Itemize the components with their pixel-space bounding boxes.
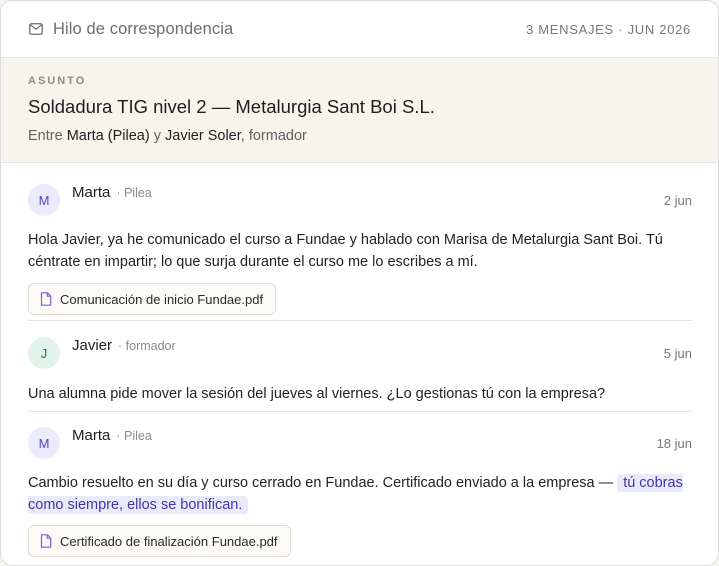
message-author: M Marta · Pilea [28,427,152,459]
author-name: Marta [72,184,111,201]
author-role: · Pilea [116,186,152,200]
party-b: Javier Soler [165,128,241,144]
attachment-chip[interactable]: Comunicación de inicio Fundae.pdf [28,283,277,315]
message-body: Una alumna pide mover la sesión del juev… [28,386,606,402]
thread-header-left: Hilo de correspondencia [29,20,233,39]
message-body-text: Cambio resuelto en su día y curso cerrad… [28,475,618,491]
avatar: M [28,184,60,216]
message-header: J Javier · formador 5 jun [28,336,692,370]
subject-parties: Entre Marta (Pilea) y Javier Soler, form… [28,128,691,144]
message: J Javier · formador 5 jun Una alumna pid… [28,321,692,412]
parties-join: y [149,128,165,144]
attachment-name: Comunicación de inicio Fundae.pdf [60,291,264,307]
message: M Marta · Pilea 2 jun Hola Javier, ya he… [28,163,692,321]
message-date: 18 jun [656,435,692,451]
thread-header: Hilo de correspondencia 3 MENSAJES · JUN… [1,1,718,58]
message-author: M Marta · Pilea [28,184,152,216]
parties-suffix: , formador [240,128,307,144]
author-role: · Pilea [116,429,152,443]
subject-panel: ASUNTO Soldadura TIG nivel 2 — Metalurgi… [1,58,718,163]
message: M Marta · Pilea 18 jun Cambio resuelto e… [28,412,692,557]
avatar: J [28,337,60,369]
thread-meta: 3 MENSAJES · JUN 2026 [526,21,691,37]
message-header: M Marta · Pilea 18 jun [28,426,692,460]
subject-label: ASUNTO [28,75,87,87]
message-author: J Javier · formador [28,337,176,369]
party-a: Marta (Pilea) [66,128,150,144]
author-role: · formador [118,339,176,353]
subject-title: Soldadura TIG nivel 2 — Metalurgia Sant … [28,96,435,117]
attachment-name: Certificado de finalización Fundae.pdf [60,533,278,549]
message-header: M Marta · Pilea 2 jun [28,183,692,217]
message-list: M Marta · Pilea 2 jun Hola Javier, ya he… [1,163,718,557]
message-date: 5 jun [663,345,692,361]
author-name: Marta [72,427,111,444]
mail-icon [29,22,43,36]
message-body: Cambio resuelto en su día y curso cerrad… [28,472,692,516]
parties-prefix: Entre [28,128,67,144]
message-date: 2 jun [663,192,692,208]
avatar: M [28,427,60,459]
attachment-chip[interactable]: Certificado de finalización Fundae.pdf [28,525,291,557]
thread-title: Hilo de correspondencia [53,19,234,38]
file-icon [40,292,52,306]
message-body: Hola Javier, ya he comunicado el curso a… [28,232,663,270]
correspondence-thread-card: Hilo de correspondencia 3 MENSAJES · JUN… [0,0,719,566]
file-icon [40,534,52,548]
author-name: Javier [72,337,113,354]
